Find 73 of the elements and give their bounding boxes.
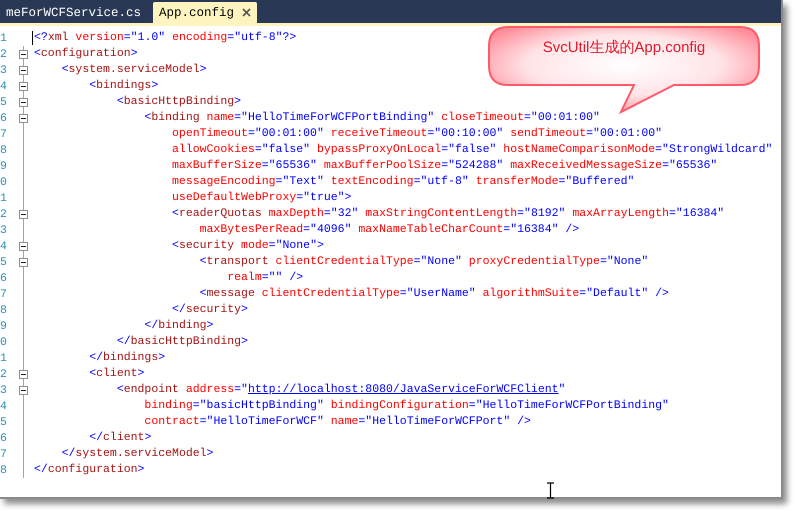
collapse-icon[interactable] xyxy=(19,50,28,59)
collapse-icon[interactable] xyxy=(19,66,28,75)
code-line: </basicHttpBinding> xyxy=(116,334,248,350)
text-cursor-icon xyxy=(546,482,555,499)
line-number: 9 xyxy=(0,320,8,332)
code-line: </client> xyxy=(88,430,152,446)
line-number: 4 xyxy=(0,400,8,412)
code-line: </bindings> xyxy=(88,350,166,366)
code-line: openTimeout="00:01:00" receiveTimeout="00:10:00" sendTimeout="00:01:00" xyxy=(171,126,662,142)
line-number: 6 xyxy=(0,112,8,124)
collapse-icon[interactable] xyxy=(19,114,28,123)
line-number: 8 xyxy=(0,304,8,316)
text-caret xyxy=(32,31,33,45)
editor-tab[interactable]: meForWCFService.cs xyxy=(0,2,148,23)
code-line: realm="" /> xyxy=(226,270,304,286)
collapse-icon[interactable] xyxy=(19,82,28,91)
line-number: 9 xyxy=(0,160,8,172)
code-line: </configuration> xyxy=(34,462,144,478)
line-number: 2 xyxy=(0,48,8,60)
url-link[interactable]: http://localhost:8080/JavaServiceForWCFClient xyxy=(248,383,559,396)
line-number: 2 xyxy=(0,368,8,380)
close-icon[interactable] xyxy=(242,8,252,17)
code-line: <transport clientCredentialType="None" proxyCredentialType="None" xyxy=(198,254,648,270)
line-number: 1 xyxy=(0,192,8,204)
line-number: 0 xyxy=(0,336,8,348)
code-line: <security mode="None"> xyxy=(171,238,324,254)
code-line: <configuration> xyxy=(34,46,138,62)
code-line: </system.serviceModel> xyxy=(60,446,214,462)
line-number: 1 xyxy=(0,352,8,364)
editor-tab[interactable]: App.config xyxy=(153,2,258,23)
line-number: 6 xyxy=(0,272,8,284)
code-line: <basicHttpBinding> xyxy=(116,94,242,110)
code-line: <endpoint address="http://localhost:8080/JavaServiceForWCFClient" xyxy=(116,382,566,398)
code-line: <message clientCredentialType="UserName" algorithmSuite="Default" /> xyxy=(198,286,669,302)
line-number: 7 xyxy=(0,288,8,300)
line-number: 4 xyxy=(0,80,8,92)
code-line: <binding name="HelloTimeForWCFPortBinding" closeTimeout="00:01:00" xyxy=(143,110,600,126)
code-line: maxBufferSize="65536" maxBufferPoolSize="524288" maxReceivedMessageSize="65536" xyxy=(171,158,718,174)
collapse-icon[interactable] xyxy=(19,242,28,251)
line-number: 6 xyxy=(0,432,8,444)
code-line: contract="HelloTimeForWCF" name="HelloTimeForWCFPort" /> xyxy=(143,414,531,430)
code-line: messageEncoding="Text" textEncoding="utf-8" transferMode="Buffered" xyxy=(171,174,634,190)
code-line: <?xml version="1.0" encoding="utf-8"?> xyxy=(34,30,296,46)
code-line: <readerQuotas maxDepth="32" maxStringContentLength="8192" maxArrayLength="16384" xyxy=(171,206,724,222)
line-number: 5 xyxy=(0,256,8,268)
code-line: <system.serviceModel> xyxy=(60,62,207,78)
code-line: binding="basicHttpBinding" bindingConfiguration="HelloTimeForWCFPortBinding" xyxy=(143,398,669,414)
line-number: 7 xyxy=(0,128,8,140)
line-number: 4 xyxy=(0,240,8,252)
code-line: useDefaultWebProxy="true"> xyxy=(171,190,352,206)
code-line: </binding> xyxy=(143,318,214,334)
line-number: 3 xyxy=(0,64,8,76)
line-number: 3 xyxy=(0,384,8,396)
callout-text: SvcUtil生成的App.config xyxy=(542,38,706,57)
line-number: 5 xyxy=(0,96,8,108)
code-line: <bindings> xyxy=(88,78,158,94)
line-number: 5 xyxy=(0,416,8,428)
code-line: maxBytesPerRead="4096" maxNameTableCharCount="16384" /> xyxy=(198,222,580,238)
line-number: 1 xyxy=(0,32,8,44)
collapse-icon[interactable] xyxy=(19,370,28,379)
code-line: </security> xyxy=(171,302,248,318)
line-number: 7 xyxy=(0,448,8,460)
line-number: 8 xyxy=(0,144,8,156)
collapse-icon[interactable] xyxy=(19,386,28,395)
code-line: allowCookies="false" bypassProxyOnLocal="false" hostNameComparisonMode="StrongWildcard" xyxy=(171,142,772,158)
line-number: 3 xyxy=(0,224,8,236)
line-number: 2 xyxy=(0,208,8,220)
code-line: <client> xyxy=(88,366,144,382)
line-number: 8 xyxy=(0,464,8,476)
collapse-icon[interactable] xyxy=(19,98,28,107)
collapse-icon[interactable] xyxy=(19,210,28,219)
collapse-icon[interactable] xyxy=(19,258,28,267)
line-number: 0 xyxy=(0,176,8,188)
